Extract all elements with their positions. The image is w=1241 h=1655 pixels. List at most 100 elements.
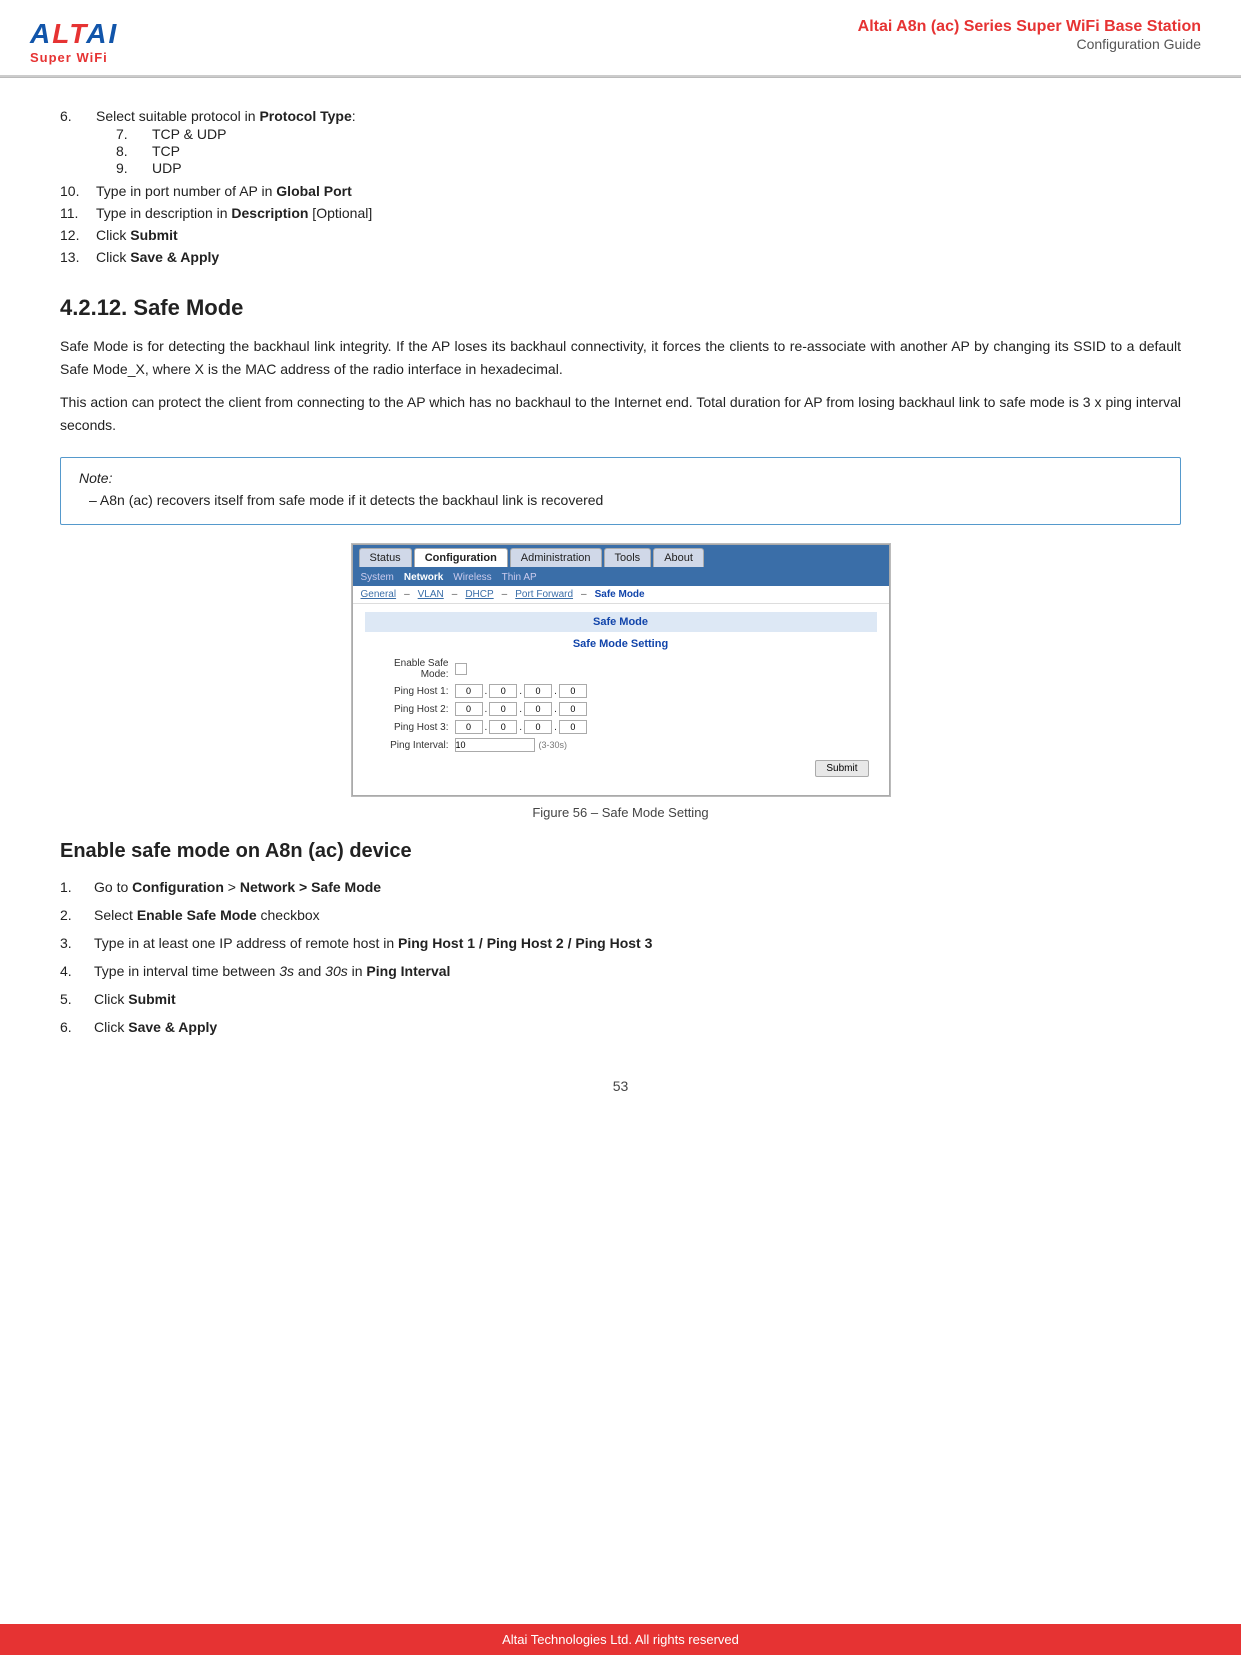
step-3: Type in at least one IP address of remot… [60, 933, 1181, 954]
mini-submit-row: Submit [365, 760, 877, 777]
mini-ping1-oct1[interactable] [455, 684, 483, 698]
mini-sub-system[interactable]: System [361, 572, 394, 583]
crumb-sep4: – [581, 589, 587, 600]
steps-list: Go to Configuration > Network > Safe Mod… [60, 877, 1181, 1038]
step5-submit: Submit [128, 991, 175, 1007]
step6-save-apply: Save & Apply [128, 1019, 217, 1035]
mini-ping2-oct4[interactable] [559, 702, 587, 716]
mini-tab-status[interactable]: Status [359, 548, 412, 567]
protocol-sub-list: TCP & UDP TCP UDP [96, 126, 1181, 176]
submit-bold: Submit [130, 227, 177, 243]
logo-altai: ALTAI [30, 18, 118, 50]
logo-area: ALTAI Super WiFi [30, 18, 118, 65]
header-title-area: Altai A8n (ac) Series Super WiFi Base St… [858, 18, 1201, 52]
mini-sub-network[interactable]: Network [404, 572, 443, 583]
mini-sub-wireless[interactable]: Wireless [453, 572, 491, 583]
crumb-safemode: Safe Mode [595, 589, 645, 600]
mini-sub-thinap[interactable]: Thin AP [502, 572, 537, 583]
mini-breadcrumb: General – VLAN – DHCP – Port Forward – S… [353, 586, 889, 604]
mini-enable-label: Enable Safe Mode: [365, 658, 455, 680]
protocol-type-bold: Protocol Type [259, 108, 351, 124]
page-header: ALTAI Super WiFi Altai A8n (ac) Series S… [0, 0, 1241, 77]
footer-bar: Altai Technologies Ltd. All rights reser… [0, 1624, 1241, 1655]
mini-interval-label: Ping Interval: [365, 740, 455, 751]
mini-ping2-oct3[interactable] [524, 702, 552, 716]
crumb-vlan[interactable]: VLAN [418, 589, 444, 600]
mini-ping3-oct1[interactable] [455, 720, 483, 734]
crumb-dhcp[interactable]: DHCP [465, 589, 493, 600]
mini-ping1-oct3[interactable] [524, 684, 552, 698]
list-item-6: Select suitable protocol in Protocol Typ… [60, 108, 1181, 177]
mini-ping3-oct3[interactable] [524, 720, 552, 734]
page-number: 53 [60, 1078, 1181, 1094]
section-para1: Safe Mode is for detecting the backhaul … [60, 335, 1181, 381]
protocol-udp: UDP [96, 160, 1181, 176]
mini-ping2-row: Ping Host 2: . . . [365, 702, 877, 716]
mini-interval-row: Ping Interval: (3-30s) [365, 738, 877, 752]
header-title-sub: Configuration Guide [858, 36, 1201, 52]
footer-copyright: Altai Technologies Ltd. All rights reser… [502, 1632, 739, 1647]
mini-ping2-oct2[interactable] [489, 702, 517, 716]
step1-config: Configuration [132, 879, 224, 895]
global-port-bold: Global Port [276, 183, 351, 199]
logo-super-wifi: Super WiFi [30, 50, 108, 65]
step-4: Type in interval time between 3s and 30s… [60, 961, 1181, 982]
section-para2: This action can protect the client from … [60, 391, 1181, 437]
mini-content-area: Safe Mode Safe Mode Setting Enable Safe … [353, 604, 889, 795]
mini-enable-row: Enable Safe Mode: [365, 658, 877, 680]
step1-network-safemode: Network > Safe Mode [240, 879, 381, 895]
mini-ping1-oct2[interactable] [489, 684, 517, 698]
mini-interval-input[interactable] [455, 738, 535, 752]
step4-3s: 3s [279, 963, 294, 979]
main-content: Select suitable protocol in Protocol Typ… [0, 78, 1241, 1164]
figure-caption: Figure 56 – Safe Mode Setting [60, 805, 1181, 820]
mini-ping2-label: Ping Host 2: [365, 704, 455, 715]
protocol-tcp-udp: TCP & UDP [96, 126, 1181, 142]
list-item-8: Type in description in Description [Opti… [60, 205, 1181, 221]
figure-container: Status Configuration Administration Tool… [351, 543, 891, 797]
protocol-tcp: TCP [96, 143, 1181, 159]
section-heading: 4.2.12. Safe Mode [60, 295, 1181, 321]
crumb-sep3: – [502, 589, 508, 600]
step3-pinghost: Ping Host 1 / Ping Host 2 / Ping Host 3 [398, 935, 652, 951]
crumb-sep1: – [404, 589, 410, 600]
mini-ping2-oct1[interactable] [455, 702, 483, 716]
mini-ping1-label: Ping Host 1: [365, 686, 455, 697]
mini-ping1-row: Ping Host 1: . . . [365, 684, 877, 698]
crumb-general[interactable]: General [361, 589, 397, 600]
note-box: Note: A8n (ac) recovers itself from safe… [60, 457, 1181, 525]
step-1: Go to Configuration > Network > Safe Mod… [60, 877, 1181, 898]
mini-tab-about[interactable]: About [653, 548, 704, 567]
mini-interval-hint: (3-30s) [539, 740, 568, 750]
step4-30s: 30s [325, 963, 348, 979]
mini-tab-tools[interactable]: Tools [604, 548, 652, 567]
crumb-sep2: – [452, 589, 458, 600]
mini-tab-administration[interactable]: Administration [510, 548, 602, 567]
step-5: Click Submit [60, 989, 1181, 1010]
note-title: Note: [79, 470, 1162, 486]
step-2: Select Enable Safe Mode checkbox [60, 905, 1181, 926]
crumb-portforward[interactable]: Port Forward [515, 589, 573, 600]
mini-ping1-oct4[interactable] [559, 684, 587, 698]
list-item-9: Click Submit [60, 227, 1181, 243]
mini-sub-nav: System Network Wireless Thin AP [353, 570, 889, 586]
header-title-main: Altai A8n (ac) Series Super WiFi Base St… [858, 18, 1201, 36]
mini-section-title: Safe Mode [365, 612, 877, 632]
note-item: A8n (ac) recovers itself from safe mode … [79, 490, 1162, 512]
step4-pinginterval: Ping Interval [366, 963, 450, 979]
mini-page-title: Safe Mode Setting [365, 638, 877, 650]
mini-ui: Status Configuration Administration Tool… [352, 544, 890, 796]
enable-section-heading: Enable safe mode on A8n (ac) device [60, 840, 1181, 863]
description-bold: Description [231, 205, 308, 221]
mini-ping3-oct4[interactable] [559, 720, 587, 734]
mini-nav-bar: Status Configuration Administration Tool… [353, 545, 889, 570]
mini-ping3-label: Ping Host 3: [365, 722, 455, 733]
mini-tab-configuration[interactable]: Configuration [414, 548, 508, 567]
mini-ping3-row: Ping Host 3: . . . [365, 720, 877, 734]
list-item-10: Click Save & Apply [60, 249, 1181, 265]
list-item-7: Type in port number of AP in Global Port [60, 183, 1181, 199]
save-apply-bold: Save & Apply [130, 249, 219, 265]
mini-submit-button[interactable]: Submit [815, 760, 868, 777]
mini-enable-checkbox[interactable] [455, 663, 467, 675]
mini-ping3-oct2[interactable] [489, 720, 517, 734]
